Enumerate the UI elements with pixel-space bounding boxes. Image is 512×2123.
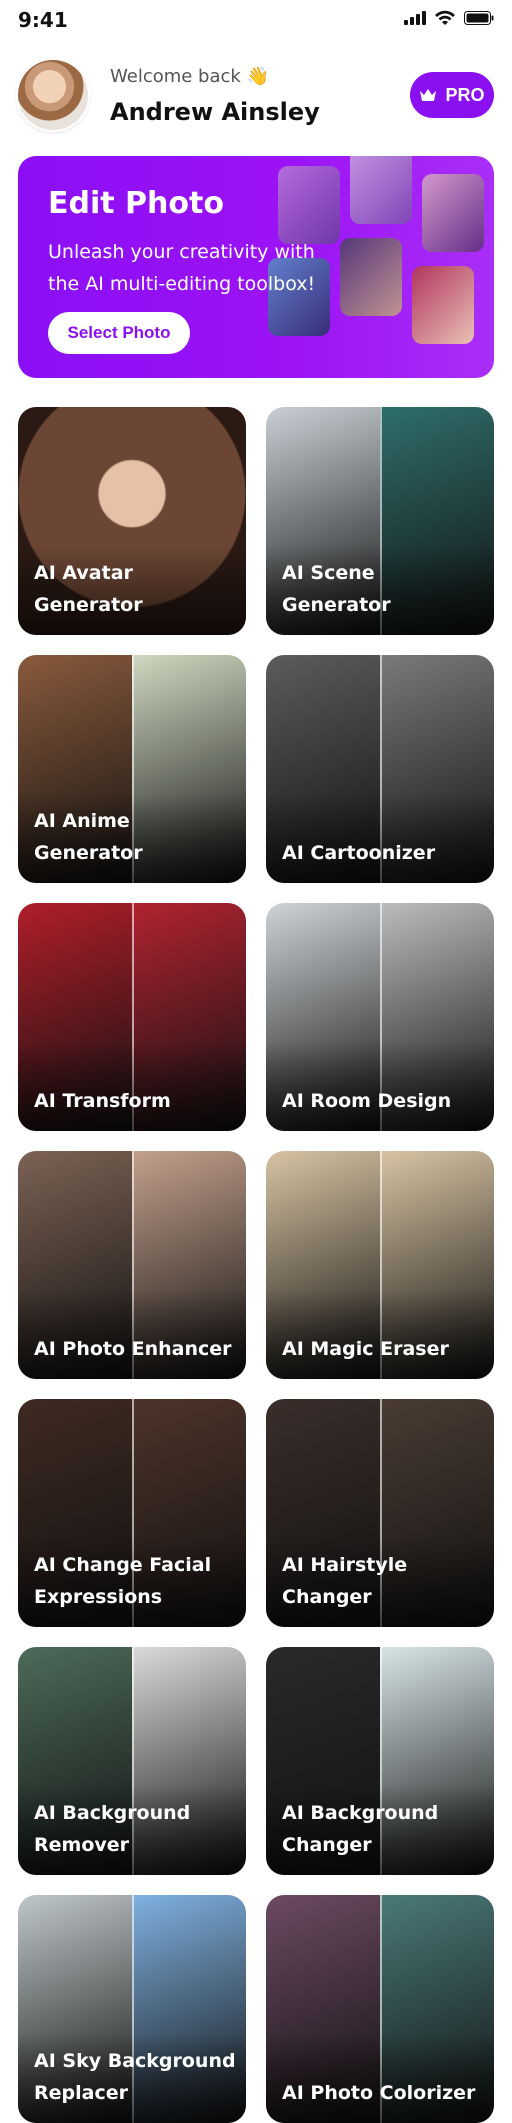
- tool-label: AI Avatar Generator: [34, 562, 143, 616]
- tool-label: AI Scene Generator: [282, 562, 391, 616]
- tool-label: AI Cartoonizer: [282, 842, 436, 864]
- status-bar: 9:41: [0, 0, 512, 44]
- welcome-text: Welcome back 👋: [110, 66, 269, 87]
- status-time: 9:41: [18, 8, 68, 32]
- tool-card[interactable]: AI Cartoonizer: [266, 655, 494, 883]
- banner-title: Edit Photo: [48, 186, 224, 221]
- pro-label: PRO: [445, 84, 485, 105]
- wifi-icon: [435, 10, 455, 25]
- tool-card[interactable]: AI Background Changer: [266, 1647, 494, 1875]
- banner-collage-thumb: [350, 156, 412, 224]
- tool-label: AI Change Facial Expressions: [34, 1554, 212, 1608]
- pro-button[interactable]: PRO: [410, 72, 494, 118]
- user-name: Andrew Ainsley: [110, 98, 320, 126]
- tool-card[interactable]: AI Background Remover: [18, 1647, 246, 1875]
- tool-label: AI Anime Generator: [34, 810, 143, 864]
- tool-card[interactable]: AI Magic Eraser: [266, 1151, 494, 1379]
- banner-subtitle: Unleash your creativity with the AI mult…: [48, 241, 316, 295]
- tool-card[interactable]: AI Hairstyle Changer: [266, 1399, 494, 1627]
- tool-label: AI Background Changer: [282, 1802, 439, 1856]
- edit-photo-banner: Edit Photo Unleash your creativity with …: [18, 156, 494, 378]
- status-icons: [404, 10, 494, 26]
- tool-label: AI Transform: [34, 1090, 171, 1112]
- tool-label: AI Magic Eraser: [282, 1338, 449, 1360]
- tool-label: AI Room Design: [282, 1090, 452, 1112]
- tool-label: AI Background Remover: [34, 1802, 191, 1856]
- tool-card[interactable]: AI Photo Colorizer: [266, 1895, 494, 2123]
- tool-label: AI Photo Enhancer: [34, 1338, 232, 1360]
- banner-collage-thumb: [340, 238, 402, 316]
- crown-icon: [420, 89, 437, 101]
- tool-label: AI Photo Colorizer: [282, 2082, 476, 2104]
- tool-card[interactable]: AI Room Design: [266, 903, 494, 1131]
- banner-collage-thumb: [422, 174, 484, 252]
- banner-collage-thumb: [278, 166, 340, 244]
- tool-card[interactable]: AI Sky Background Replacer: [18, 1895, 246, 2123]
- battery-icon: [464, 11, 494, 25]
- header: Welcome back 👋 Andrew Ainsley PRO: [0, 44, 512, 154]
- tool-card[interactable]: AI Change Facial Expressions: [18, 1399, 246, 1627]
- signal-icon: [404, 11, 426, 25]
- tool-card[interactable]: AI Avatar Generator: [18, 407, 246, 635]
- tool-label: AI Sky Background Replacer: [34, 2050, 236, 2104]
- user-avatar[interactable]: [18, 60, 88, 130]
- tool-card[interactable]: AI Transform: [18, 903, 246, 1131]
- banner-collage-thumb: [412, 266, 474, 344]
- tool-card[interactable]: AI Anime Generator: [18, 655, 246, 883]
- select-photo-button[interactable]: Select Photo: [48, 312, 190, 354]
- tool-card[interactable]: AI Photo Enhancer: [18, 1151, 246, 1379]
- tool-card[interactable]: AI Scene Generator: [266, 407, 494, 635]
- tool-label: AI Hairstyle Changer: [282, 1554, 408, 1608]
